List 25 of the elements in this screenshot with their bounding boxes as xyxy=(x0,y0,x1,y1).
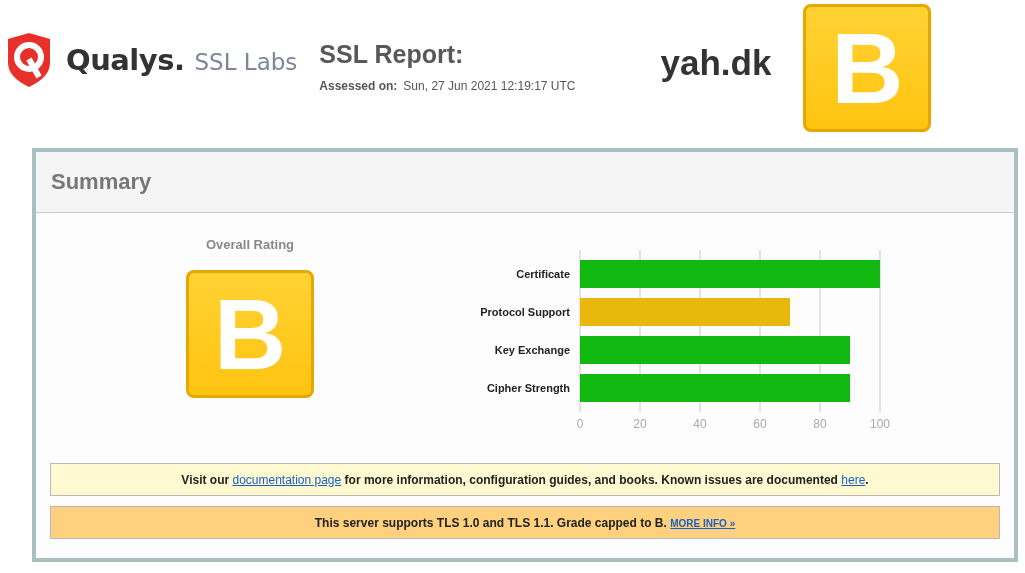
assessed-label: Assessed on: xyxy=(319,79,398,93)
grade-tile: B xyxy=(803,4,932,132)
host-name: yah.dk xyxy=(660,43,772,83)
axis-tick-label: 20 xyxy=(633,417,647,431)
product-name: SSL Labs xyxy=(194,49,298,75)
report-title: SSL Report: xyxy=(319,40,465,69)
axis-tick-label: 60 xyxy=(753,417,767,431)
more-info-link[interactable]: MORE INFO » xyxy=(670,517,736,529)
axis-tick-label: 40 xyxy=(693,417,707,431)
overall-rating-label: Overall Rating xyxy=(205,237,295,252)
notice-text: This server supports TLS 1.0 and TLS 1.1. Grade capped to B. MORE INFO » xyxy=(314,515,736,530)
axis-tick-label: 80 xyxy=(813,417,827,431)
summary-title: Summary xyxy=(51,169,152,195)
category-label: Certificate xyxy=(516,268,570,280)
grade-tile: B xyxy=(186,270,314,398)
brand-name: Qualys. xyxy=(66,43,185,77)
notice-text: Visit our documentation page for more information, configuration guides, and books. Known issues are documented here. xyxy=(181,472,869,487)
category-label: Protocol Support xyxy=(480,306,570,318)
shield-q-icon xyxy=(6,33,52,87)
axis-tick-label: 0 xyxy=(576,417,584,431)
category-label: Key Exchange xyxy=(494,344,570,356)
documentation-link[interactable]: documentation page xyxy=(232,472,342,487)
assessed-date: Sun, 27 Jun 2021 12:19:17 UTC xyxy=(403,79,576,93)
category-label: Cipher Strength xyxy=(486,382,570,394)
axis-tick-label: 100 xyxy=(870,417,890,431)
